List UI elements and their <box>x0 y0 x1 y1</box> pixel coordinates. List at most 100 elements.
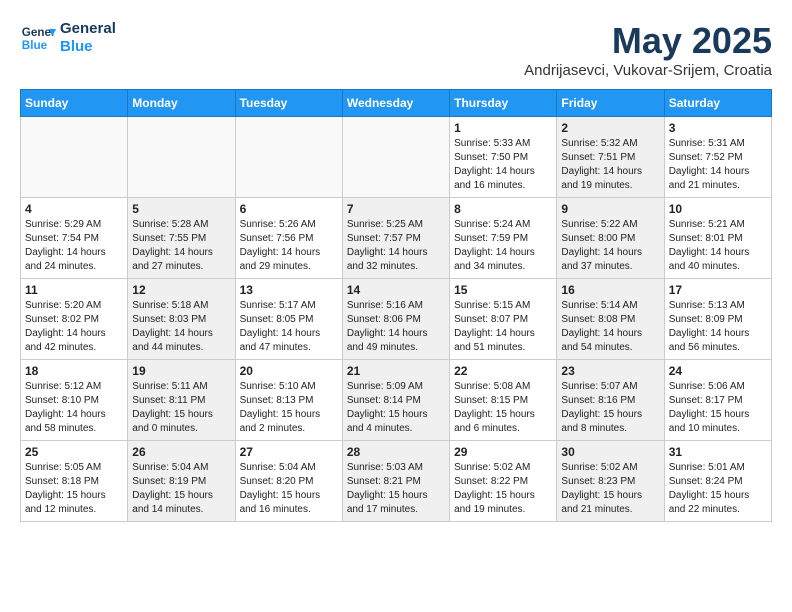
day-number: 24 <box>669 364 767 378</box>
cell-info: Sunrise: 5:29 AM Sunset: 7:54 PM Dayligh… <box>25 218 123 274</box>
cell-info: Sunrise: 5:18 AM Sunset: 8:03 PM Dayligh… <box>132 299 230 355</box>
month-title: May 2025 <box>524 20 772 62</box>
calendar-cell: 29 Sunrise: 5:02 AM Sunset: 8:22 PM Dayli… <box>450 441 557 522</box>
cell-info: Sunrise: 5:14 AM Sunset: 8:08 PM Dayligh… <box>561 299 659 355</box>
calendar-cell: 7 Sunrise: 5:25 AM Sunset: 7:57 PM Daylig… <box>342 198 449 279</box>
day-number: 14 <box>347 283 445 297</box>
day-number: 28 <box>347 445 445 459</box>
calendar-cell: 14 Sunrise: 5:16 AM Sunset: 8:06 PM Dayli… <box>342 279 449 360</box>
calendar-cell: 28 Sunrise: 5:03 AM Sunset: 8:21 PM Dayli… <box>342 441 449 522</box>
calendar-table: SundayMondayTuesdayWednesdayThursdayFrid… <box>20 89 772 522</box>
cell-info: Sunrise: 5:32 AM Sunset: 7:51 PM Dayligh… <box>561 137 659 193</box>
day-number: 20 <box>240 364 338 378</box>
cell-info: Sunrise: 5:17 AM Sunset: 8:05 PM Dayligh… <box>240 299 338 355</box>
calendar-cell: 19 Sunrise: 5:11 AM Sunset: 8:11 PM Dayli… <box>128 360 235 441</box>
calendar-cell <box>235 117 342 198</box>
day-number: 17 <box>669 283 767 297</box>
calendar-cell: 21 Sunrise: 5:09 AM Sunset: 8:14 PM Dayli… <box>342 360 449 441</box>
day-number: 19 <box>132 364 230 378</box>
weekday-header-row: SundayMondayTuesdayWednesdayThursdayFrid… <box>21 90 772 117</box>
day-number: 4 <box>25 202 123 216</box>
calendar-cell: 3 Sunrise: 5:31 AM Sunset: 7:52 PM Daylig… <box>664 117 771 198</box>
cell-info: Sunrise: 5:10 AM Sunset: 8:13 PM Dayligh… <box>240 380 338 436</box>
calendar-cell: 15Sunrise: 5:15 AM Sunset: 8:07 PM Dayli… <box>450 279 557 360</box>
calendar-cell <box>128 117 235 198</box>
cell-info: Sunrise: 5:03 AM Sunset: 8:21 PM Dayligh… <box>347 461 445 517</box>
cell-info: Sunrise: 5:20 AM Sunset: 8:02 PM Dayligh… <box>25 299 123 355</box>
calendar-row: 11Sunrise: 5:20 AM Sunset: 8:02 PM Dayli… <box>21 279 772 360</box>
calendar-cell: 9Sunrise: 5:22 AM Sunset: 8:00 PM Daylig… <box>557 198 664 279</box>
cell-info: Sunrise: 5:05 AM Sunset: 8:18 PM Dayligh… <box>25 461 123 517</box>
calendar-cell: 20 Sunrise: 5:10 AM Sunset: 8:13 PM Dayli… <box>235 360 342 441</box>
day-number: 15 <box>454 283 552 297</box>
calendar-row: 18Sunrise: 5:12 AM Sunset: 8:10 PM Dayli… <box>21 360 772 441</box>
calendar-cell: 23 Sunrise: 5:07 AM Sunset: 8:16 PM Dayli… <box>557 360 664 441</box>
calendar-cell: 27Sunrise: 5:04 AM Sunset: 8:20 PM Dayli… <box>235 441 342 522</box>
cell-info: Sunrise: 5:02 AM Sunset: 8:22 PM Dayligh… <box>454 461 552 517</box>
calendar-cell <box>342 117 449 198</box>
calendar-cell: 4 Sunrise: 5:29 AM Sunset: 7:54 PM Daylig… <box>21 198 128 279</box>
cell-info: Sunrise: 5:06 AM Sunset: 8:17 PM Dayligh… <box>669 380 767 436</box>
day-number: 8 <box>454 202 552 216</box>
calendar-row: 4 Sunrise: 5:29 AM Sunset: 7:54 PM Daylig… <box>21 198 772 279</box>
calendar-row: 1Sunrise: 5:33 AM Sunset: 7:50 PM Daylig… <box>21 117 772 198</box>
day-number: 13 <box>240 283 338 297</box>
calendar-cell: 5Sunrise: 5:28 AM Sunset: 7:55 PM Daylig… <box>128 198 235 279</box>
day-number: 21 <box>347 364 445 378</box>
day-number: 3 <box>669 121 767 135</box>
calendar-cell: 24 Sunrise: 5:06 AM Sunset: 8:17 PM Dayli… <box>664 360 771 441</box>
weekday-header: Thursday <box>450 90 557 117</box>
day-number: 31 <box>669 445 767 459</box>
cell-info: Sunrise: 5:21 AM Sunset: 8:01 PM Dayligh… <box>669 218 767 274</box>
cell-info: Sunrise: 5:31 AM Sunset: 7:52 PM Dayligh… <box>669 137 767 193</box>
day-number: 18 <box>25 364 123 378</box>
cell-info: Sunrise: 5:22 AM Sunset: 8:00 PM Dayligh… <box>561 218 659 274</box>
calendar-cell: 13 Sunrise: 5:17 AM Sunset: 8:05 PM Dayli… <box>235 279 342 360</box>
logo-icon: General Blue <box>20 20 56 56</box>
cell-info: Sunrise: 5:08 AM Sunset: 8:15 PM Dayligh… <box>454 380 552 436</box>
day-number: 25 <box>25 445 123 459</box>
location: Andrijasevci, Vukovar-Srijem, Croatia <box>524 62 772 79</box>
cell-info: Sunrise: 5:04 AM Sunset: 8:20 PM Dayligh… <box>240 461 338 517</box>
calendar-cell: 16Sunrise: 5:14 AM Sunset: 8:08 PM Dayli… <box>557 279 664 360</box>
day-number: 26 <box>132 445 230 459</box>
cell-info: Sunrise: 5:33 AM Sunset: 7:50 PM Dayligh… <box>454 137 552 193</box>
calendar-cell: 18Sunrise: 5:12 AM Sunset: 8:10 PM Dayli… <box>21 360 128 441</box>
weekday-header: Saturday <box>664 90 771 117</box>
title-block: May 2025 Andrijasevci, Vukovar-Srijem, C… <box>524 20 772 79</box>
weekday-header: Sunday <box>21 90 128 117</box>
svg-text:Blue: Blue <box>22 39 48 52</box>
calendar-cell: 22 Sunrise: 5:08 AM Sunset: 8:15 PM Dayli… <box>450 360 557 441</box>
cell-info: Sunrise: 5:07 AM Sunset: 8:16 PM Dayligh… <box>561 380 659 436</box>
day-number: 7 <box>347 202 445 216</box>
logo: General Blue General Blue <box>20 20 116 56</box>
calendar-cell: 6 Sunrise: 5:26 AM Sunset: 7:56 PM Daylig… <box>235 198 342 279</box>
cell-info: Sunrise: 5:13 AM Sunset: 8:09 PM Dayligh… <box>669 299 767 355</box>
day-number: 2 <box>561 121 659 135</box>
cell-info: Sunrise: 5:26 AM Sunset: 7:56 PM Dayligh… <box>240 218 338 274</box>
cell-info: Sunrise: 5:25 AM Sunset: 7:57 PM Dayligh… <box>347 218 445 274</box>
calendar-cell: 30 Sunrise: 5:02 AM Sunset: 8:23 PM Dayli… <box>557 441 664 522</box>
day-number: 23 <box>561 364 659 378</box>
weekday-header: Wednesday <box>342 90 449 117</box>
weekday-header: Friday <box>557 90 664 117</box>
cell-info: Sunrise: 5:09 AM Sunset: 8:14 PM Dayligh… <box>347 380 445 436</box>
day-number: 29 <box>454 445 552 459</box>
day-number: 6 <box>240 202 338 216</box>
calendar-cell: 8Sunrise: 5:24 AM Sunset: 7:59 PM Daylig… <box>450 198 557 279</box>
cell-info: Sunrise: 5:11 AM Sunset: 8:11 PM Dayligh… <box>132 380 230 436</box>
cell-info: Sunrise: 5:04 AM Sunset: 8:19 PM Dayligh… <box>132 461 230 517</box>
cell-info: Sunrise: 5:02 AM Sunset: 8:23 PM Dayligh… <box>561 461 659 517</box>
page-header: General Blue General Blue May 2025 Andri… <box>20 20 772 79</box>
weekday-header: Tuesday <box>235 90 342 117</box>
calendar-row: 25 Sunrise: 5:05 AM Sunset: 8:18 PM Dayli… <box>21 441 772 522</box>
day-number: 30 <box>561 445 659 459</box>
cell-info: Sunrise: 5:16 AM Sunset: 8:06 PM Dayligh… <box>347 299 445 355</box>
calendar-cell: 2 Sunrise: 5:32 AM Sunset: 7:51 PM Daylig… <box>557 117 664 198</box>
cell-info: Sunrise: 5:01 AM Sunset: 8:24 PM Dayligh… <box>669 461 767 517</box>
day-number: 10 <box>669 202 767 216</box>
calendar-cell: 31 Sunrise: 5:01 AM Sunset: 8:24 PM Dayli… <box>664 441 771 522</box>
calendar-cell: 25 Sunrise: 5:05 AM Sunset: 8:18 PM Dayli… <box>21 441 128 522</box>
calendar-cell: 26 Sunrise: 5:04 AM Sunset: 8:19 PM Dayli… <box>128 441 235 522</box>
day-number: 22 <box>454 364 552 378</box>
